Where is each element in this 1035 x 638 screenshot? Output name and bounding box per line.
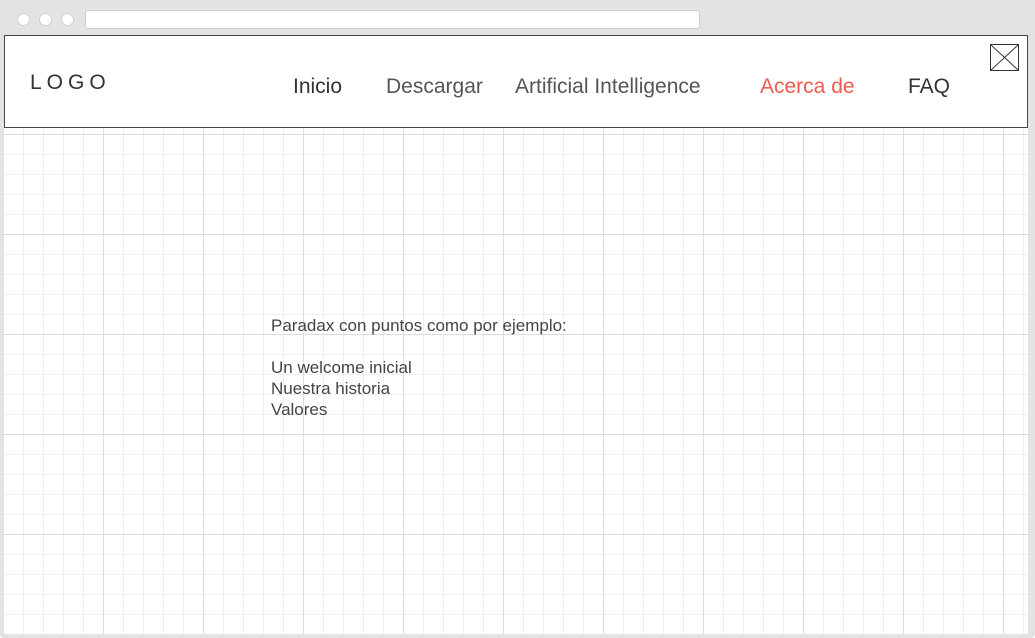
browser-window: LOGO Inicio Descargar Artificial Intelli… — [0, 0, 1035, 638]
window-maximize-dot[interactable] — [61, 13, 74, 26]
list-item: Valores — [271, 400, 328, 419]
content-intro: Paradax con puntos como por ejemplo: — [271, 316, 567, 335]
page-canvas: LOGO Inicio Descargar Artificial Intelli… — [4, 35, 1028, 634]
site-header: LOGO Inicio Descargar Artificial Intelli… — [4, 35, 1028, 128]
nav-item-artificial-intelligence[interactable]: Artificial Intelligence — [515, 75, 701, 99]
nav-item-faq[interactable]: FAQ — [908, 75, 950, 99]
about-content: Paradax con puntos como por ejemplo: Un … — [271, 315, 567, 420]
address-bar[interactable] — [85, 10, 700, 29]
window-close-dot[interactable] — [17, 13, 30, 26]
list-item: Nuestra historia — [271, 379, 391, 398]
image-placeholder-icon — [990, 44, 1019, 71]
browser-titlebar — [0, 0, 1035, 36]
window-minimize-dot[interactable] — [39, 13, 52, 26]
nav-item-acerca-de[interactable]: Acerca de — [760, 75, 855, 99]
content-spacer — [271, 336, 567, 357]
logo[interactable]: LOGO — [30, 71, 111, 95]
list-item: Un welcome inicial — [271, 358, 412, 377]
nav-item-descargar[interactable]: Descargar — [386, 75, 483, 99]
nav-item-inicio[interactable]: Inicio — [293, 75, 342, 99]
